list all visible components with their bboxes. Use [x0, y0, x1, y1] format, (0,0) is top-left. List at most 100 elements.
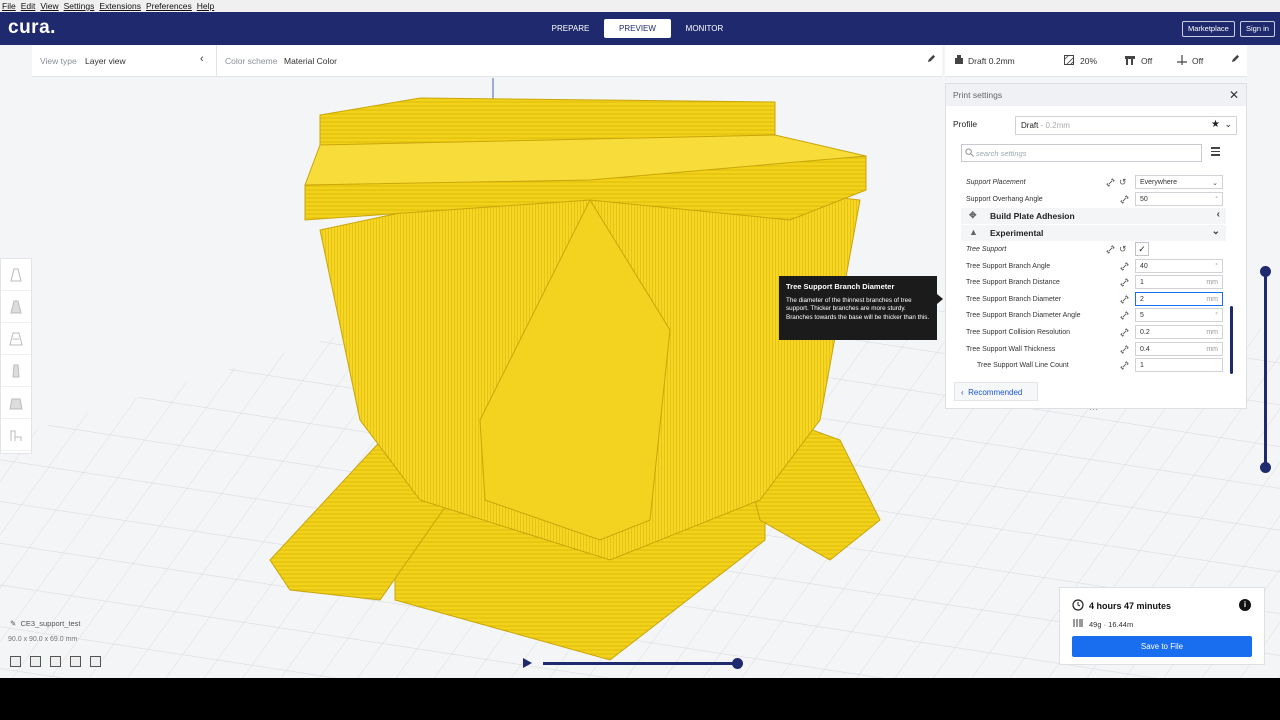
- category-build-plate-adhesion[interactable]: ✥ Build Plate Adhesion ‹: [961, 208, 1226, 224]
- category-experimental[interactable]: ▲ Experimental ⌄: [961, 225, 1226, 241]
- path-slider-track[interactable]: [543, 662, 738, 665]
- print-estimate-panel: 4 hours 47 minutes i 49g · 16.44m Save t…: [1059, 587, 1265, 665]
- cube-3d-icon[interactable]: [10, 656, 21, 667]
- menu-edit[interactable]: Edit: [21, 0, 36, 12]
- profile-label: Profile: [953, 119, 978, 129]
- layer-slider-top-handle[interactable]: [1260, 266, 1271, 277]
- link-icon: [1120, 361, 1129, 370]
- setting-label: Tree Support Branch Angle: [966, 263, 1051, 270]
- reset-icon[interactable]: ↺: [1119, 244, 1127, 255]
- camera-view-buttons: [10, 656, 101, 667]
- link-icon: [1120, 262, 1129, 271]
- layer-slider-bottom-handle[interactable]: [1260, 462, 1271, 473]
- tab-preview[interactable]: PREVIEW: [604, 19, 671, 38]
- profile-select[interactable]: Draft - 0.2mm ★ ⌄: [1015, 116, 1237, 135]
- view-type-select[interactable]: Layer view: [85, 56, 126, 66]
- flask-icon: ▲: [969, 227, 978, 237]
- view-tools: [0, 258, 32, 454]
- recommended-button[interactable]: ‹ Recommended: [954, 382, 1038, 401]
- chevron-left-icon[interactable]: ‹: [200, 53, 204, 65]
- infill-value[interactable]: 20%: [1080, 56, 1097, 66]
- marketplace-button[interactable]: Marketplace: [1182, 21, 1235, 37]
- menu-file[interactable]: File: [2, 0, 16, 12]
- info-icon[interactable]: i: [1239, 599, 1251, 611]
- setting-unit: °: [1215, 312, 1218, 319]
- profile-suffix: - 0.2mm: [1040, 121, 1070, 130]
- view-3d-icon[interactable]: [1, 259, 31, 291]
- setting-field[interactable]: 1 mm: [1135, 275, 1223, 289]
- tab-prepare[interactable]: PREPARE: [537, 19, 604, 38]
- cube-top-icon[interactable]: [50, 656, 61, 667]
- adhesion-value[interactable]: Off: [1192, 56, 1203, 66]
- menu-extensions[interactable]: Extensions: [99, 0, 141, 12]
- setting-value: 5: [1140, 312, 1144, 319]
- tab-monitor[interactable]: MONITOR: [671, 19, 738, 38]
- pencil-icon[interactable]: [1231, 54, 1240, 65]
- setting-field[interactable]: 5 °: [1135, 308, 1223, 322]
- reset-icon[interactable]: ↺: [1119, 177, 1127, 188]
- tree-support-checkbox[interactable]: ✓: [1135, 242, 1149, 256]
- layer-slider-track[interactable]: [1264, 271, 1267, 467]
- support-placement-select[interactable]: Everywhere ⌄: [1135, 175, 1223, 189]
- pencil-icon[interactable]: [927, 54, 936, 65]
- setting-row: Tree Support Wall Thickness 0.4 mm: [946, 342, 1236, 358]
- setting-label: Tree Support: [966, 246, 1007, 253]
- setting-label: Tree Support Branch Distance: [966, 279, 1060, 286]
- object-dimensions: 90.0 x 90.0 x 69.0 mm: [8, 636, 78, 643]
- menu-settings[interactable]: Settings: [64, 0, 95, 12]
- view-top-icon[interactable]: [1, 323, 31, 355]
- star-icon[interactable]: ★: [1211, 119, 1220, 130]
- cube-right-icon[interactable]: [90, 656, 101, 667]
- search-placeholder: search settings: [976, 149, 1027, 158]
- cube-left-icon[interactable]: [70, 656, 81, 667]
- infill-icon: [1063, 54, 1075, 67]
- link-icon: [1106, 178, 1115, 187]
- menu-help[interactable]: Help: [197, 0, 214, 12]
- view-toolbar: View type Layer view ‹ Color scheme Mate…: [32, 45, 942, 77]
- link-icon: [1106, 245, 1115, 254]
- profile-summary[interactable]: Draft 0.2mm: [968, 56, 1015, 66]
- view-left-icon[interactable]: [1, 355, 31, 387]
- panel-title-text: Print settings: [953, 90, 1003, 100]
- play-icon[interactable]: [523, 658, 532, 668]
- category-label: Experimental: [990, 228, 1044, 238]
- support-value[interactable]: Off: [1141, 56, 1152, 66]
- setting-value: 1: [1140, 279, 1144, 286]
- cube-front-icon[interactable]: [30, 656, 41, 667]
- branch-diameter-field[interactable]: 2 mm: [1135, 292, 1223, 306]
- divider: [216, 45, 217, 77]
- menu-preferences[interactable]: Preferences: [146, 0, 192, 12]
- close-icon[interactable]: ✕: [1229, 88, 1239, 102]
- view-support-icon[interactable]: [1, 419, 31, 451]
- setting-field[interactable]: 0.2 mm: [1135, 325, 1223, 339]
- setting-unit: mm: [1206, 346, 1218, 353]
- save-to-file-button[interactable]: Save to File: [1072, 636, 1252, 657]
- setting-row: Tree Support Collision Resolution 0.2 mm: [946, 325, 1236, 341]
- setting-row: Tree Support Branch Distance 1 mm: [946, 275, 1236, 291]
- chevron-down-icon[interactable]: ⌄: [1224, 119, 1232, 130]
- settings-scrollbar[interactable]: [1230, 306, 1233, 374]
- setting-unit: °: [1215, 196, 1218, 203]
- setting-field[interactable]: 50 °: [1135, 192, 1223, 206]
- pencil-icon[interactable]: ✎: [10, 619, 18, 628]
- view-type-label: View type: [40, 56, 77, 66]
- menu-view[interactable]: View: [40, 0, 58, 12]
- link-icon: [1120, 295, 1129, 304]
- setting-row: Support Overhang Angle 50 °: [946, 192, 1236, 208]
- setting-field[interactable]: 40 °: [1135, 259, 1223, 273]
- color-scheme-select[interactable]: Material Color: [284, 56, 337, 66]
- search-input[interactable]: search settings: [961, 144, 1202, 162]
- setting-field[interactable]: 0.4 mm: [1135, 342, 1223, 356]
- printer-icon: [954, 55, 964, 67]
- sign-in-button[interactable]: Sign in: [1240, 21, 1275, 37]
- stage-tabs: PREPARE PREVIEW MONITOR: [537, 19, 738, 38]
- setting-field[interactable]: 1: [1135, 358, 1223, 372]
- setting-tooltip: Tree Support Branch Diameter The diamete…: [779, 276, 943, 340]
- print-setup-bar[interactable]: Draft 0.2mm 20% Off Off: [945, 45, 1247, 77]
- path-slider-handle[interactable]: [732, 658, 743, 669]
- setting-unit: mm: [1206, 296, 1218, 303]
- resize-handle-icon[interactable]: …: [1089, 402, 1099, 412]
- settings-menu-icon[interactable]: [1211, 147, 1220, 158]
- view-right-icon[interactable]: [1, 387, 31, 419]
- view-front-icon[interactable]: [1, 291, 31, 323]
